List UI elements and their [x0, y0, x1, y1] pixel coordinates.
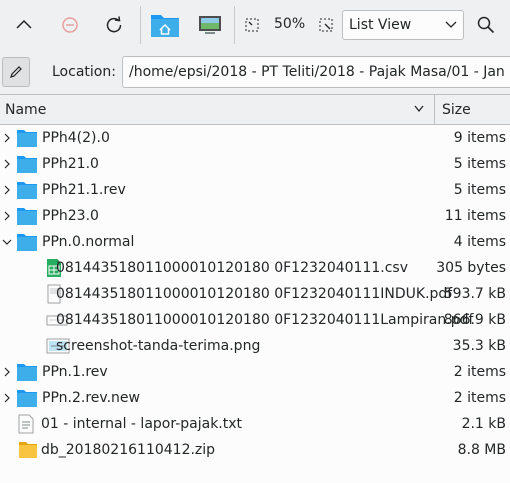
file-size: 2.1 kB — [461, 416, 506, 432]
file-size: 305 bytes — [436, 260, 506, 276]
folder-row[interactable]: PPn.1.rev 2 items — [0, 359, 510, 385]
folder-row[interactable]: PPh4(2).0 9 items — [0, 125, 510, 151]
view-mode-select[interactable]: List View — [342, 10, 464, 40]
file-type-icon — [16, 180, 38, 204]
chevron-right-icon[interactable] — [2, 211, 12, 221]
file-name: 081443518011000010120180 0F1232040111.cs… — [56, 260, 408, 276]
column-divider[interactable] — [434, 95, 435, 125]
chevron-down-icon — [445, 21, 457, 28]
file-size: 9 items — [453, 130, 506, 146]
file-name: 081443518011000010120180 0F1232040111IND… — [56, 286, 453, 302]
folder-icon — [17, 130, 37, 147]
file-size: 5 items — [453, 156, 506, 172]
folder-icon — [17, 156, 37, 173]
file-type-icon — [16, 232, 38, 256]
go-up-button[interactable] — [8, 9, 40, 41]
file-name: 081443518011000010120180 0F1232040111Lam… — [56, 312, 474, 328]
folder-icon — [17, 364, 37, 381]
file-type-icon — [16, 128, 38, 152]
file-list-view: Name Size PPh4(2).0 9 items PPh21.0 5 items… — [0, 94, 510, 483]
zoom-out-icon — [245, 18, 259, 32]
desktop-button[interactable] — [193, 9, 227, 41]
toolbar-separator — [234, 6, 235, 44]
file-name: 01 - internal - lapor-pajak.txt — [41, 416, 243, 432]
chevron-right-icon[interactable] — [2, 185, 12, 195]
file-name: db_20180216110412.zip — [41, 442, 216, 458]
folder-row[interactable]: PPh21.1.rev 5 items — [0, 177, 510, 203]
file-type-icon — [18, 414, 34, 438]
stop-button[interactable] — [54, 9, 86, 41]
file-size: 5 items — [453, 182, 506, 198]
file-type-icon — [16, 362, 38, 386]
stop-icon — [62, 17, 78, 33]
folder-row[interactable]: PPh23.0 11 items — [0, 203, 510, 229]
view-mode-value: List View — [349, 17, 412, 33]
zoom-out-button[interactable] — [238, 9, 266, 41]
edit-location-button[interactable] — [2, 57, 30, 87]
file-name: PPn.1.rev — [42, 364, 108, 380]
folder-row[interactable]: PPn.2.rev.new 2 items — [0, 385, 510, 411]
file-name: PPh21.0 — [42, 156, 99, 172]
chevron-right-icon[interactable] — [2, 393, 12, 403]
file-size: 2 items — [453, 364, 506, 380]
file-size: 35.3 kB — [452, 338, 506, 354]
folder-row[interactable]: PPh21.0 5 items — [0, 151, 510, 177]
file-name: PPh23.0 — [42, 208, 99, 224]
file-type-icon — [16, 388, 38, 412]
file-size: 4 items — [453, 234, 506, 250]
location-bar: Location: /home/epsi/2018 - PT Teliti/20… — [0, 52, 510, 92]
folder-icon — [17, 182, 37, 199]
main-toolbar: 50% List View — [0, 0, 510, 50]
toolbar-separator — [140, 6, 141, 44]
folder-icon — [17, 390, 37, 407]
zoom-level: 50% — [274, 16, 306, 32]
chevron-right-icon[interactable] — [2, 159, 12, 169]
search-icon — [477, 16, 495, 34]
chevron-right-icon[interactable] — [2, 367, 12, 377]
file-type-icon — [16, 206, 38, 230]
pencil-icon — [10, 66, 22, 78]
monitor-icon — [199, 16, 221, 34]
file-name: PPn.0.normal — [42, 234, 135, 250]
file-name: PPh4(2).0 — [42, 130, 110, 146]
chevron-up-icon — [16, 19, 32, 29]
zoom-in-button[interactable] — [312, 9, 340, 41]
folder-row[interactable]: PPn.0.normal 4 items — [0, 229, 510, 255]
file-row[interactable]: screenshot-tanda-terima.png 35.3 kB — [0, 333, 510, 359]
chevron-down-icon[interactable] — [2, 237, 12, 247]
file-name: screenshot-tanda-terima.png — [56, 338, 261, 354]
column-header-size[interactable]: Size — [442, 102, 471, 118]
home-folder-icon — [151, 15, 179, 37]
text-file-icon — [18, 414, 34, 434]
file-row[interactable]: 01 - internal - lapor-pajak.txt 2.1 kB — [0, 411, 510, 437]
file-type-icon — [16, 154, 38, 178]
column-header: Name Size — [0, 95, 510, 125]
archive-icon — [19, 442, 37, 458]
file-row[interactable]: 081443518011000010120180 0F1232040111Lam… — [0, 307, 510, 333]
file-type-icon — [18, 440, 38, 464]
sort-descending-icon — [414, 105, 424, 113]
file-size: 8.8 MB — [457, 442, 506, 458]
folder-icon — [17, 234, 37, 251]
file-row[interactable]: db_20180216110412.zip 8.8 MB — [0, 437, 510, 463]
file-rows: PPh4(2).0 9 items PPh21.0 5 items PPh21.1.re… — [0, 125, 510, 463]
file-size: 866.9 kB — [443, 312, 506, 328]
reload-icon — [106, 16, 122, 33]
folder-icon — [17, 208, 37, 225]
location-path-input[interactable]: /home/epsi/2018 - PT Teliti/2018 - Pajak… — [122, 56, 510, 88]
file-name: PPh21.1.rev — [42, 182, 126, 198]
file-size: 2 items — [453, 390, 506, 406]
zoom-in-icon — [319, 18, 333, 32]
column-header-name[interactable]: Name — [5, 102, 46, 118]
home-button[interactable] — [147, 9, 183, 41]
file-size: 11 items — [444, 208, 506, 224]
reload-button[interactable] — [98, 9, 130, 41]
chevron-right-icon[interactable] — [2, 133, 12, 143]
file-size: 593.7 kB — [443, 286, 506, 302]
file-row[interactable]: 081443518011000010120180 0F1232040111.cs… — [0, 255, 510, 281]
file-row[interactable]: 081443518011000010120180 0F1232040111IND… — [0, 281, 510, 307]
file-name: PPn.2.rev.new — [42, 390, 140, 406]
search-button[interactable] — [470, 9, 502, 41]
location-label: Location: — [52, 64, 116, 80]
